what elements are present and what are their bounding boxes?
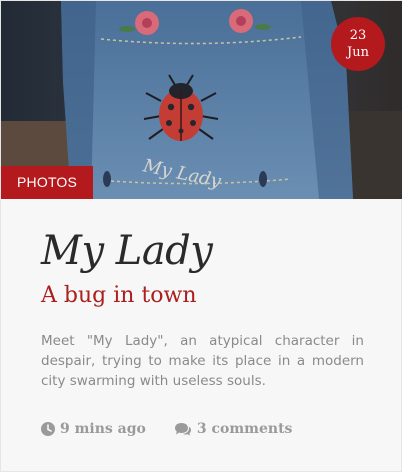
post-comments-text[interactable]: 3 comments: [197, 421, 293, 437]
post-excerpt: Meet "My Lady", an atypical character in…: [41, 333, 364, 389]
category-tag[interactable]: PHOTOS: [1, 166, 94, 199]
post-comments[interactable]: 3 comments: [174, 421, 293, 437]
date-day: 23: [349, 28, 367, 43]
post-meta: 9 mins ago 3 comments: [41, 421, 292, 437]
post-subtitle: A bug in town: [41, 283, 197, 308]
date-month: Jun: [347, 45, 369, 60]
date-badge: 23 Jun: [331, 17, 385, 71]
post-time: 9 mins ago: [41, 421, 146, 437]
post-content: My Lady A bug in town Meet "My Lady", an…: [41, 223, 364, 391]
post-title[interactable]: My Lady: [41, 223, 364, 279]
comments-icon: [174, 423, 191, 436]
post-time-text: 9 mins ago: [60, 421, 146, 437]
post-photo[interactable]: My Lady 23 Jun PHOTOS: [1, 1, 402, 199]
post-card[interactable]: My Lady 23 Jun PHOTOS My Lady A bug in t…: [0, 0, 402, 472]
clock-icon: [41, 422, 55, 436]
